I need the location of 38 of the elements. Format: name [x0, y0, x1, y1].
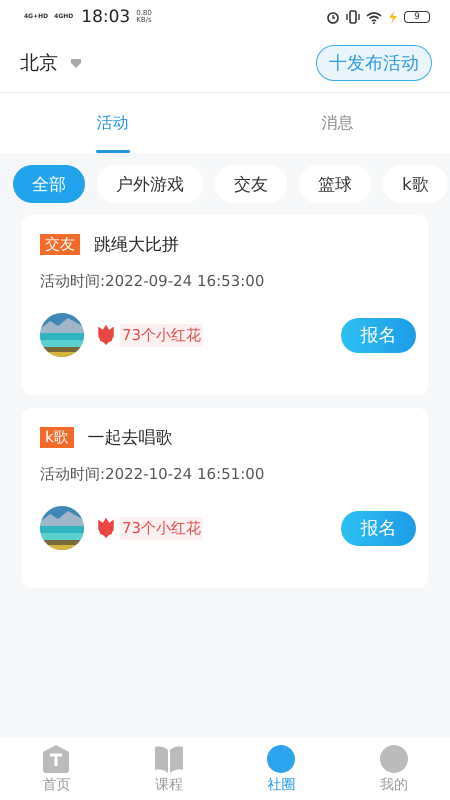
wifi-icon: [366, 10, 382, 24]
filter-chip[interactable]: 交友: [215, 165, 287, 203]
clock: 18:03: [81, 7, 130, 27]
flower-count: 73个小红花: [120, 516, 204, 540]
profile-icon: [378, 744, 409, 774]
activity-time: 活动时间:2022-10-24 16:51:00: [40, 465, 266, 484]
flower-icon: [96, 518, 116, 538]
nav-item[interactable]: 社圈: [267, 776, 296, 794]
vibrate-icon: [346, 10, 360, 24]
filter-chip[interactable]: 户外游戏: [97, 165, 203, 203]
home-icon: [41, 744, 72, 774]
community-icon: [266, 744, 296, 774]
filter-chip[interactable]: 全部: [13, 165, 85, 203]
battery-indicator: 9: [404, 11, 430, 23]
book-icon: [152, 744, 185, 774]
signup-button[interactable]: 报名: [341, 318, 416, 352]
activity-time: 活动时间:2022-09-24 16:53:00: [40, 272, 266, 291]
activity-title: 跳绳大比拼: [94, 234, 179, 256]
activity-card[interactable]: k歌 一起去唱歌 活动时间:2022-10-24 16:51:00 73个小红花 报名: [22, 408, 428, 588]
activity-card[interactable]: 交友 跳绳大比拼 活动时间:2022-09-24 16:53:00 73个小红花 报名: [22, 215, 428, 395]
activity-title: 一起去唱歌: [88, 427, 173, 449]
flower-icon: [96, 325, 116, 345]
category-tag: k歌: [40, 427, 74, 448]
category-tag: 交友: [40, 234, 80, 255]
charging-icon: [388, 10, 398, 24]
publish-activity-button[interactable]: 十发布活动: [316, 45, 432, 81]
city-label: 北京: [20, 51, 58, 76]
tab[interactable]: 消息: [225, 93, 450, 153]
dropdown-icon[interactable]: [70, 57, 82, 69]
alarm-icon: [326, 10, 340, 24]
nav-item[interactable]: 我的: [380, 776, 408, 794]
tab[interactable]: 活动: [0, 93, 225, 153]
filter-chip[interactable]: 篮球: [299, 165, 371, 203]
filter-chip[interactable]: k歌: [383, 165, 448, 203]
signup-button[interactable]: 报名: [341, 510, 416, 546]
flower-count: 73个小红花: [120, 324, 204, 346]
nav-item[interactable]: 首页: [42, 776, 70, 794]
nav-item[interactable]: 课程: [154, 776, 183, 794]
